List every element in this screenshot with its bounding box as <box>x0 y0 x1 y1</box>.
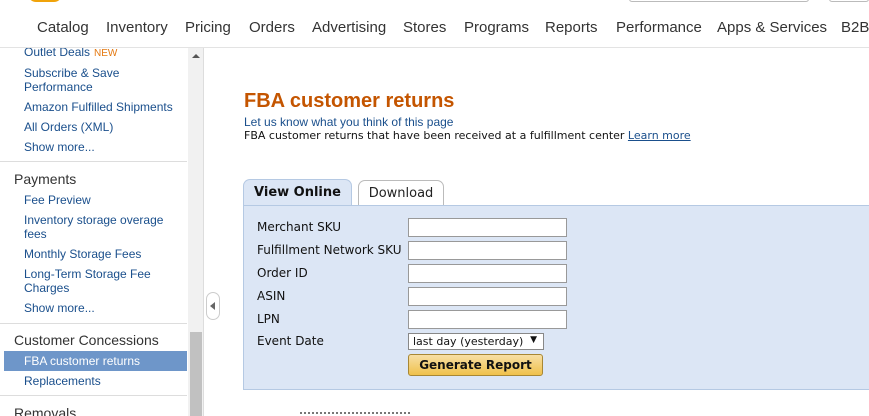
merchant-sku-label: Merchant SKU <box>257 220 342 234</box>
asin-label: ASIN <box>257 289 286 303</box>
merchant-sku-input[interactable] <box>408 218 567 237</box>
tab-download[interactable]: Download <box>358 180 444 206</box>
sidebar-divider <box>0 161 187 162</box>
sidebar-item-replacements[interactable]: Replacements <box>24 374 101 388</box>
scrollbar-thumb[interactable] <box>190 332 202 416</box>
sidebar-show-more-payments[interactable]: Show more... <box>24 301 95 315</box>
nav-stores[interactable]: Stores <box>403 19 446 36</box>
order-id-input[interactable] <box>408 264 567 283</box>
order-id-label: Order ID <box>257 266 308 280</box>
logo[interactable] <box>28 0 62 2</box>
sidebar-divider <box>0 395 187 396</box>
nav-apps-services[interactable]: Apps & Services <box>717 19 827 36</box>
lpn-input[interactable] <box>408 310 567 329</box>
sidebar-item-long-term-storage-fees[interactable]: Long-Term Storage Fee Charges <box>24 267 174 295</box>
cut-off-text <box>300 412 410 416</box>
nav-b2b[interactable]: B2B <box>841 19 869 36</box>
page-title: FBA customer returns <box>244 90 455 112</box>
sidebar-item-label: FBA customer returns <box>24 354 141 368</box>
search-button[interactable] <box>829 0 869 2</box>
dropdown-arrow-icon: ▼ <box>530 335 537 345</box>
nav-performance[interactable]: Performance <box>616 19 702 36</box>
learn-more-link[interactable]: Learn more <box>628 129 691 142</box>
page-description: FBA customer returns that have been rece… <box>244 129 691 142</box>
event-date-label: Event Date <box>257 334 324 348</box>
sidebar-show-more-orders[interactable]: Show more... <box>24 140 95 154</box>
sidebar: Outlet Deals NEW Subscribe & Save Perform… <box>0 48 204 416</box>
event-date-select[interactable]: last day (yesterday) ▼ <box>408 333 544 350</box>
nav-reports[interactable]: Reports <box>545 19 598 36</box>
sidebar-item-storage-overage-fees[interactable]: Inventory storage overage fees <box>24 213 174 241</box>
nav-orders[interactable]: Orders <box>249 19 295 36</box>
nav-pricing[interactable]: Pricing <box>185 19 231 36</box>
sidebar-item-monthly-storage-fees[interactable]: Monthly Storage Fees <box>24 247 141 261</box>
sidebar-divider <box>0 323 187 324</box>
new-badge: NEW <box>94 48 118 59</box>
nav-advertising[interactable]: Advertising <box>312 19 386 36</box>
feedback-link[interactable]: Let us know what you think of this page <box>244 115 453 129</box>
sidebar-scrollbar[interactable] <box>188 48 203 416</box>
sidebar-heading-payments: Payments <box>14 171 77 187</box>
fnsku-input[interactable] <box>408 241 567 260</box>
sidebar-item-afn-shipments[interactable]: Amazon Fulfilled Shipments <box>24 100 173 114</box>
fnsku-label: Fulfillment Network SKU <box>257 243 402 257</box>
nav-catalog[interactable]: Catalog <box>37 19 89 36</box>
sidebar-heading-removals: Removals <box>14 405 77 416</box>
description-text: FBA customer returns that have been rece… <box>244 129 625 142</box>
nav-inventory[interactable]: Inventory <box>106 19 168 36</box>
search-box[interactable] <box>629 0 809 2</box>
sidebar-item-fee-preview[interactable]: Fee Preview <box>24 193 91 207</box>
sidebar-item-label: Outlet Deals <box>24 48 91 59</box>
sidebar-item-subscribe-save[interactable]: Subscribe & Save Performance <box>24 66 174 94</box>
event-date-value: last day (yesterday) <box>413 335 524 348</box>
nav-programs[interactable]: Programs <box>464 19 529 36</box>
sidebar-item-fba-customer-returns[interactable]: FBA customer returns <box>4 351 187 371</box>
lpn-label: LPN <box>257 312 280 326</box>
tab-view-online[interactable]: View Online <box>243 179 352 206</box>
sidebar-heading-customer-concessions: Customer Concessions <box>14 332 159 348</box>
asin-input[interactable] <box>408 287 567 306</box>
sidebar-item-all-orders-xml[interactable]: All Orders (XML) <box>24 120 113 134</box>
scroll-up-icon[interactable] <box>188 48 203 64</box>
collapse-sidebar-icon[interactable] <box>206 292 220 320</box>
sidebar-item-outlet-deals[interactable]: Outlet Deals NEW <box>24 48 117 61</box>
generate-report-button[interactable]: Generate Report <box>408 354 543 376</box>
top-navigation: Catalog Inventory Pricing Orders Adverti… <box>0 0 869 48</box>
